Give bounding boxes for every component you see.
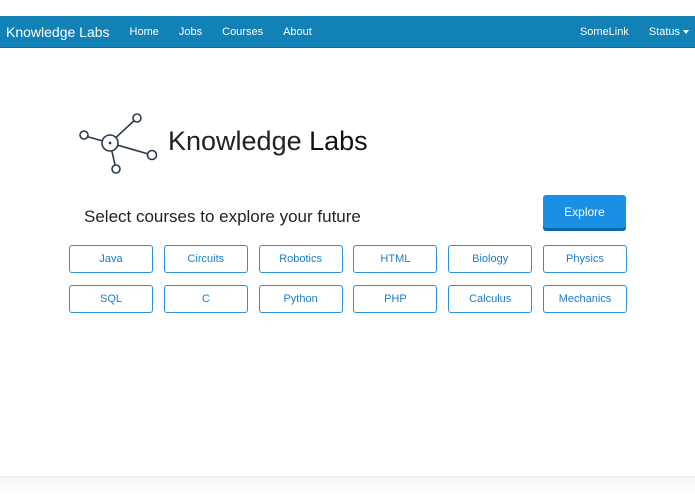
page-headline: Select courses to explore your future [84,207,361,226]
course-button-biology[interactable]: Biology [448,245,533,273]
logo-text-bold: Labs [309,126,368,156]
course-button-html[interactable]: HTML [353,245,438,273]
nav-courses[interactable]: Courses [212,26,273,38]
explore-button[interactable]: Explore [543,195,626,228]
course-button-physics[interactable]: Physics [542,245,627,273]
course-button-mechanics[interactable]: Mechanics [542,285,627,313]
course-button-java[interactable]: Java [69,245,153,273]
nav-jobs[interactable]: Jobs [169,26,212,38]
course-button-c[interactable]: C [163,285,248,313]
course-button-python[interactable]: Python [258,285,343,313]
logo-text-light: Knowledge [168,126,310,156]
course-button-circuits[interactable]: Circuits [163,245,248,273]
course-button-robotics[interactable]: Robotics [258,245,343,273]
footer-divider [0,476,695,494]
logo-wordmark: Knowledge Labs [168,126,368,157]
course-button-php[interactable]: PHP [353,285,438,313]
nav-right-group: SomeLink Status [570,26,695,38]
navbar: Knowledge Labs Home Jobs Courses About S… [0,16,695,48]
nav-status-label: Status [648,25,680,38]
network-logo-icon [79,113,158,174]
brand-link[interactable]: Knowledge Labs [6,24,110,40]
nav-status-dropdown[interactable]: Status [639,26,695,38]
course-button-calculus[interactable]: Calculus [448,285,533,313]
course-button-sql[interactable]: SQL [69,285,153,313]
course-grid: Java Circuits Robotics HTML Biology Phys… [69,245,627,313]
top-spacer [0,0,695,16]
nav-somelink[interactable]: SomeLink [570,26,639,38]
dropdown-caret-icon [683,29,689,34]
nav-about[interactable]: About [273,26,322,38]
nav-home[interactable]: Home [120,26,169,38]
